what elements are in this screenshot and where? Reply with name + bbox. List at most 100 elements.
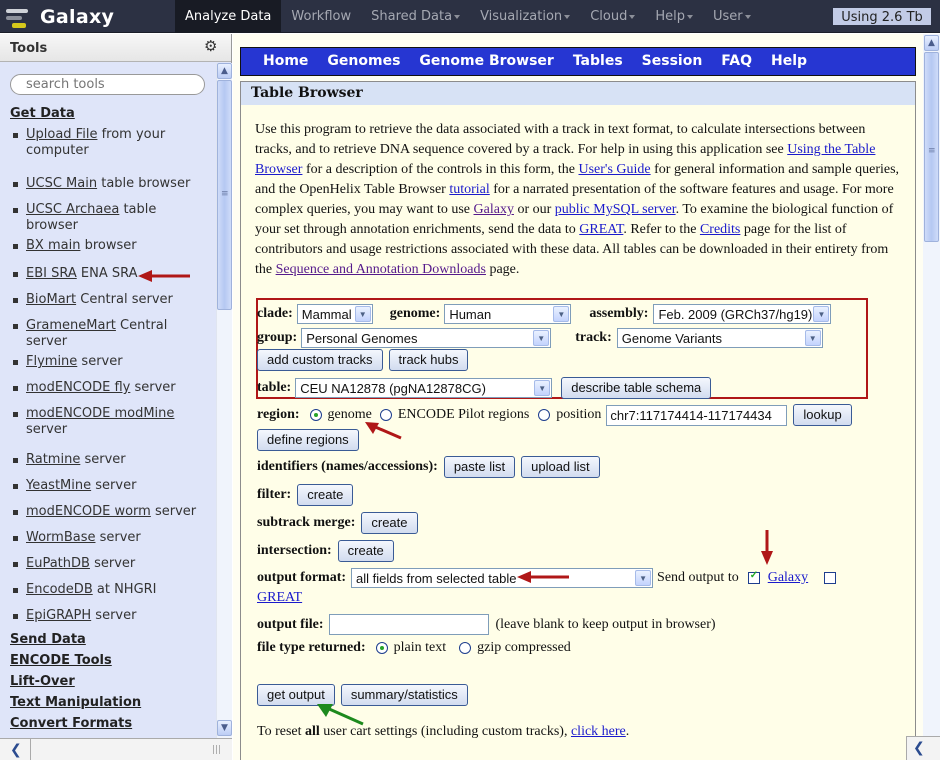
nav-user[interactable]: User <box>703 0 761 33</box>
center-scrollbar[interactable]: ▲ ≡ <box>923 34 940 736</box>
tool-link[interactable]: UCSC Archaea <box>26 202 119 217</box>
group-select[interactable]: Personal Genomes ▼ <box>301 328 552 348</box>
ucsc-nav-genomes[interactable]: Genomes <box>327 48 400 75</box>
send-great-link[interactable]: GREAT <box>257 590 302 606</box>
tool-item[interactable]: YeastMine server <box>12 478 212 494</box>
tool-link[interactable]: WormBase <box>26 530 95 545</box>
tutorial-link[interactable]: tutorial <box>449 182 489 197</box>
tool-link[interactable]: EuPathDB <box>26 556 90 571</box>
tool-item[interactable]: modENCODE fly server <box>12 380 212 396</box>
intersection-create-button[interactable]: create <box>337 540 394 562</box>
section-get-data[interactable]: Get Data <box>10 106 75 121</box>
add-custom-tracks-button[interactable]: add custom tracks <box>257 349 383 371</box>
tool-link[interactable]: BioMart <box>26 292 76 307</box>
section-encode-tools[interactable]: ENCODE Tools <box>10 653 112 668</box>
tool-link[interactable]: BX main <box>26 238 80 253</box>
assembly-select[interactable]: Feb. 2009 (GRCh37/hg19) ▼ <box>653 304 832 324</box>
tool-item[interactable]: BX main browser <box>12 238 212 254</box>
nav-analyze-data[interactable]: Analyze Data <box>175 0 282 33</box>
galaxy-link[interactable]: Galaxy <box>474 202 514 217</box>
tool-item[interactable]: modENCODE worm server <box>12 504 212 520</box>
gzip-radio[interactable] <box>459 642 472 654</box>
nav-shared-data[interactable]: Shared Data <box>361 0 470 33</box>
tool-item[interactable]: EuPathDB server <box>12 556 212 572</box>
ucsc-nav-session[interactable]: Session <box>642 48 703 75</box>
tool-link[interactable]: EBI SRA <box>26 266 77 281</box>
describe-table-schema-button[interactable]: describe table schema <box>561 377 712 399</box>
gear-icon[interactable]: ⚙ <box>204 39 217 54</box>
tools-panel-scrollbar[interactable]: ▲ ≡ ▼ <box>216 63 232 738</box>
nav-visualization[interactable]: Visualization <box>470 0 580 33</box>
tool-link[interactable]: Ratmine <box>26 452 80 467</box>
search-tools-input[interactable] <box>10 74 205 95</box>
public-mysql-link[interactable]: public MySQL server <box>555 202 676 217</box>
subtrack-merge-create-button[interactable]: create <box>361 512 418 534</box>
upload-list-button[interactable]: upload list <box>521 456 600 478</box>
great-link[interactable]: GREAT <box>579 222 623 237</box>
scroll-up-icon[interactable]: ▲ <box>217 63 232 79</box>
right-panel-collapse[interactable]: ❮ <box>906 736 940 760</box>
tool-link[interactable]: YeastMine <box>26 478 91 493</box>
ucsc-nav-home[interactable]: Home <box>263 48 308 75</box>
region-position-radio[interactable] <box>538 409 551 421</box>
ucsc-nav-help[interactable]: Help <box>771 48 807 75</box>
send-galaxy-checkbox[interactable] <box>747 570 760 584</box>
plain-text-radio[interactable] <box>375 642 388 654</box>
clade-select[interactable]: Mammal ▼ <box>296 304 373 324</box>
galaxy-brand[interactable]: Galaxy <box>6 3 114 30</box>
downloads-link[interactable]: Sequence and Annotation Downloads <box>276 262 486 277</box>
output-format-select[interactable]: all fields from selected table ▼ <box>351 568 654 588</box>
reset-click-here-link[interactable]: click here <box>571 724 626 740</box>
position-input[interactable]: chr7:117174414-117174434 <box>606 404 788 426</box>
section-convert-formats[interactable]: Convert Formats <box>10 716 132 731</box>
users-guide-link[interactable]: User's Guide <box>579 162 651 177</box>
tool-link[interactable]: modENCODE fly <box>26 380 130 395</box>
paste-list-button[interactable]: paste list <box>443 456 516 478</box>
tool-item[interactable]: modENCODE modMine server <box>12 406 212 438</box>
send-great-checkbox[interactable] <box>824 572 837 584</box>
section-lift-over[interactable]: Lift-Over <box>10 674 75 689</box>
drag-handle-icon[interactable]: ||| <box>212 745 221 755</box>
section-text-manipulation[interactable]: Text Manipulation <box>10 695 141 710</box>
nav-workflow[interactable]: Workflow <box>281 0 361 33</box>
section-send-data[interactable]: Send Data <box>10 632 86 647</box>
ucsc-nav-tables[interactable]: Tables <box>573 48 623 75</box>
filter-create-button[interactable]: create <box>297 484 354 506</box>
send-galaxy-link[interactable]: Galaxy <box>768 570 808 586</box>
chevron-left-icon[interactable]: ❮ <box>913 740 925 756</box>
tool-item[interactable]: BioMart Central server <box>12 292 212 308</box>
tool-link[interactable]: modENCODE modMine <box>26 406 174 421</box>
tool-link[interactable]: GrameneMart <box>26 318 116 333</box>
ucsc-nav-genome-browser[interactable]: Genome Browser <box>419 48 553 75</box>
tool-link[interactable]: Flymine <box>26 354 77 369</box>
tool-item[interactable]: GrameneMart Central server <box>12 318 212 350</box>
track-hubs-button[interactable]: track hubs <box>388 349 469 371</box>
scroll-down-icon[interactable]: ▼ <box>217 720 232 736</box>
tool-item[interactable]: WormBase server <box>12 530 212 546</box>
scroll-up-icon[interactable]: ▲ <box>924 35 939 51</box>
define-regions-button[interactable]: define regions <box>257 429 359 451</box>
tool-link[interactable]: EncodeDB <box>26 582 93 597</box>
table-select[interactable]: CEU NA12878 (pgNA12878CG) ▼ <box>295 378 553 398</box>
nav-cloud[interactable]: Cloud <box>580 0 645 33</box>
ucsc-nav-faq[interactable]: FAQ <box>721 48 752 75</box>
genome-select[interactable]: Human ▼ <box>444 304 572 324</box>
tool-item[interactable]: Upload File from your computer <box>12 127 212 159</box>
tool-item[interactable]: Ratmine server <box>12 452 212 468</box>
chevron-left-icon[interactable]: ❮ <box>10 742 22 758</box>
tool-item[interactable]: EncodeDB at NHGRI <box>12 582 212 598</box>
tool-item[interactable]: Flymine server <box>12 354 212 370</box>
track-select[interactable]: Genome Variants ▼ <box>616 328 823 348</box>
output-file-input[interactable] <box>328 614 489 635</box>
lookup-button[interactable]: lookup <box>793 404 852 426</box>
tools-panel-collapse-bar[interactable]: ❮ ||| <box>0 738 232 760</box>
tool-item[interactable]: UCSC Archaea table browser <box>12 202 212 234</box>
tool-item[interactable]: EpiGRAPH server <box>12 608 212 624</box>
tool-link[interactable]: UCSC Main <box>26 176 97 191</box>
tool-link[interactable]: Upload File <box>26 127 97 142</box>
tool-link[interactable]: modENCODE worm <box>26 504 151 519</box>
tool-item[interactable]: UCSC Main table browser <box>12 176 212 192</box>
credits-link[interactable]: Credits <box>700 222 740 237</box>
tool-link[interactable]: EpiGRAPH <box>26 608 91 623</box>
region-genome-radio[interactable] <box>309 409 322 421</box>
